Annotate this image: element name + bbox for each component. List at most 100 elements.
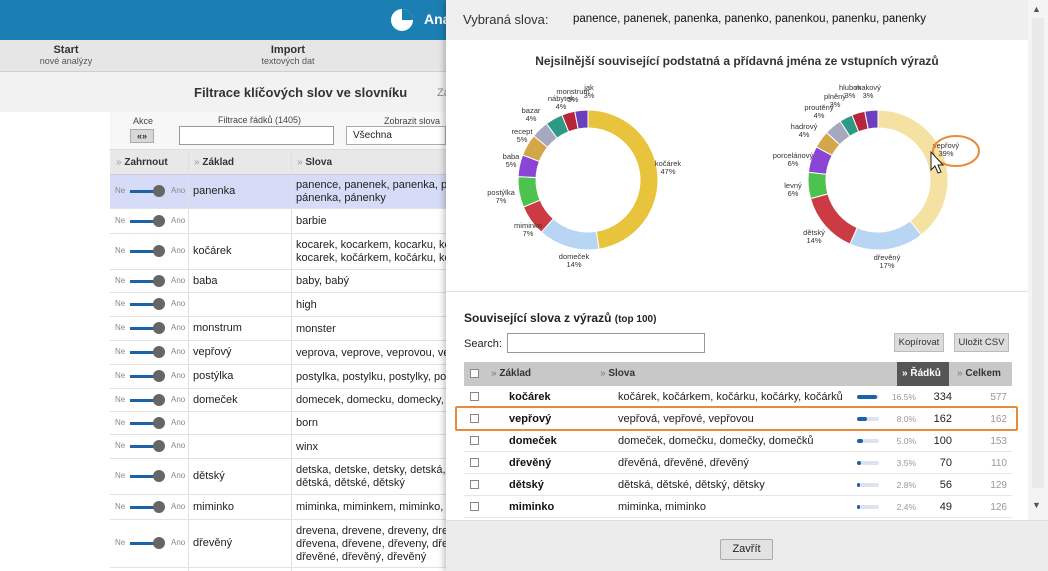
cell-celkem: 129 [990,480,1007,491]
toggle-off-label: Ne [115,441,126,450]
save-csv-button[interactable]: Uložit CSV [954,333,1009,352]
cell-zaklad: dřevěný [509,457,552,469]
slice-percent: 17% [879,261,894,270]
row-checkbox[interactable] [470,502,479,511]
row-filter-input[interactable] [179,126,334,145]
bg-table-row[interactable]: Ne Ano vepřový veprova, veprove, veprovou, … [110,341,446,365]
pie-slice[interactable] [807,171,829,200]
include-toggle[interactable]: Ne Ano [115,322,187,335]
toggle-off-label: Ne [115,275,126,285]
toggle-knob [153,298,165,310]
bg-table-row[interactable]: Ne Ano dětský detska, detske, detsky, detsk… [110,459,446,495]
row-highlight [455,406,1018,431]
bg-cell-slova: veprova, veprove, veprovou, ve [296,347,446,360]
scroll-down-icon[interactable]: ▼ [1032,500,1041,510]
related-table-row[interactable]: dětský dětská, dětské, dětský, dětsky 2.8%… [464,474,1012,496]
toggle-off-label: Ne [115,246,126,255]
th-slova[interactable]: » Slova [600,368,635,379]
row-checkbox[interactable] [470,392,479,401]
th-celkem[interactable]: » Celkem [957,368,1001,379]
related-words-modal: Vybraná slova: panence, panenek, panenka… [446,0,1048,571]
cell-slova: domeček, domečku, domečky, domečků [618,435,814,447]
bg-table-row[interactable]: Ne Ano domeček domecek, domecku, domecky, d [110,389,446,412]
bg-table-row[interactable]: Ne Ano kočárek kocarek, kocarkem, kocarku, … [110,234,446,270]
pie-slice[interactable] [849,220,922,251]
close-button[interactable]: Zavřít [720,539,773,560]
th-zaklad[interactable]: » Základ [491,368,531,379]
slice-percent: 6% [788,189,799,198]
nav-start[interactable]: Start nové analýzy [38,44,94,66]
bg-table-row[interactable]: Ne Ano miminko miminka, miminkem, miminko, … [110,495,446,520]
include-toggle[interactable]: Ne Ano [115,416,187,430]
search-input[interactable] [507,333,705,353]
cell-zaklad: miminko [509,501,555,513]
bg-cell-slova-line: winx [296,440,319,453]
related-table-row[interactable]: miminko miminka, miminko 2.4% 49 126 [464,496,1012,518]
row-checkbox[interactable] [470,458,479,467]
bg-cell-zaklad: postýlka [193,370,234,382]
bg-cell-slova: detska, detske, detsky, detská, dětská, d… [296,464,446,490]
column-divider [188,150,189,571]
select-all-checkbox[interactable] [470,369,479,378]
bg-cell-slova-line: baby, babý [296,275,350,287]
bg-cell-slova: barbie [296,215,446,228]
toggle-knob [153,416,165,429]
th-slova-label: Slova [608,368,636,379]
th-zaklad-label: Základ [499,368,532,379]
toggle-on-label: Ano [171,471,186,480]
include-toggle[interactable]: Ne Ano [115,346,187,359]
bg-cell-slova: high [296,299,446,312]
pie-slice[interactable] [540,218,600,251]
bg-cell-slova: baby, babý [296,275,446,288]
bg-th-zahrnout[interactable]: » Zahrnout [116,157,168,168]
cell-celkem: 126 [990,502,1007,513]
bg-table-row[interactable]: Ne Ano panenka panence, panenek, panenka, p… [110,175,446,209]
include-toggle[interactable]: Ne Ano [115,214,187,228]
bg-table-row[interactable]: Ne Ano monstrum monster [110,317,446,341]
bg-cell-slova: panence, panenek, panenka, p pánenka, pán… [296,179,446,205]
th-celkem-label: Celkem [965,368,1001,379]
row-checkbox[interactable] [470,436,479,445]
scrollbar-thumb[interactable] [1032,18,1044,488]
akce-button[interactable]: «» [130,129,154,143]
include-toggle[interactable]: Ne Ano [115,298,187,311]
scroll-up-icon[interactable]: ▲ [1032,4,1041,14]
slice-percent: 14% [566,260,581,269]
cell-radku: 70 [939,457,952,469]
related-table-row[interactable]: domeček domeček, domečku, domečky, domečk… [464,430,1012,452]
bg-cell-slova: drevena, drevene, dreveny, dre dřevena, d… [296,525,446,564]
bg-table-row[interactable]: Ne Ano born [110,412,446,435]
share-bar [857,461,879,465]
include-toggle[interactable]: Ne Ano [115,185,187,198]
row-checkbox[interactable] [470,480,479,489]
nav-import[interactable]: Import textových dat [250,44,326,66]
include-toggle[interactable]: Ne Ano [115,393,187,407]
include-toggle[interactable]: Ne Ano [115,245,187,258]
include-toggle[interactable]: Ne Ano [115,500,187,514]
pie-slice[interactable] [587,109,659,250]
include-toggle[interactable]: Ne Ano [115,440,187,453]
bg-table-row[interactable]: Ne Ano winx [110,435,446,459]
include-toggle[interactable]: Ne Ano [115,470,187,483]
slice-percent: 4% [814,111,825,120]
include-toggle[interactable]: Ne Ano [115,537,187,550]
bg-table-row[interactable]: Ne Ano postýlka postylka, postylku, postylk… [110,365,446,389]
slice-percent: 3% [830,100,841,109]
bg-table-row[interactable]: Ne Ano baba baby, babý [110,270,446,293]
donut-charts: kočárek47%domeček14%miminko7%postýlka7%b… [487,83,980,270]
bg-th-zaklad[interactable]: » Základ [194,157,234,168]
copy-button[interactable]: Kopírovat [894,333,944,352]
bg-cell-slova: domecek, domecku, domecky, d [296,394,446,407]
include-toggle[interactable]: Ne Ano [115,274,187,288]
bg-table-row[interactable]: Ne Ano high [110,293,446,317]
th-radku[interactable]: » Řádků [902,368,941,379]
bg-table-row[interactable]: Ne Ano barbie [110,209,446,234]
bg-table-row[interactable]: Ne Ano dřevěný drevena, drevene, dreveny, d… [110,520,446,568]
show-words-select[interactable]: Všechna [346,126,446,145]
bg-th-slova[interactable]: » Slova [297,157,332,168]
related-table-row[interactable]: dřevěný dřevěná, dřevěné, dřevěný 3.5% 70 11… [464,452,1012,474]
include-toggle[interactable]: Ne Ano [115,370,187,383]
toggle-off-label: Ne [115,347,126,356]
nav-import-subtitle: textových dat [261,56,315,66]
related-table-row[interactable]: kočárek kočárek, kočárkem, kočárku, kočár… [464,386,1012,408]
